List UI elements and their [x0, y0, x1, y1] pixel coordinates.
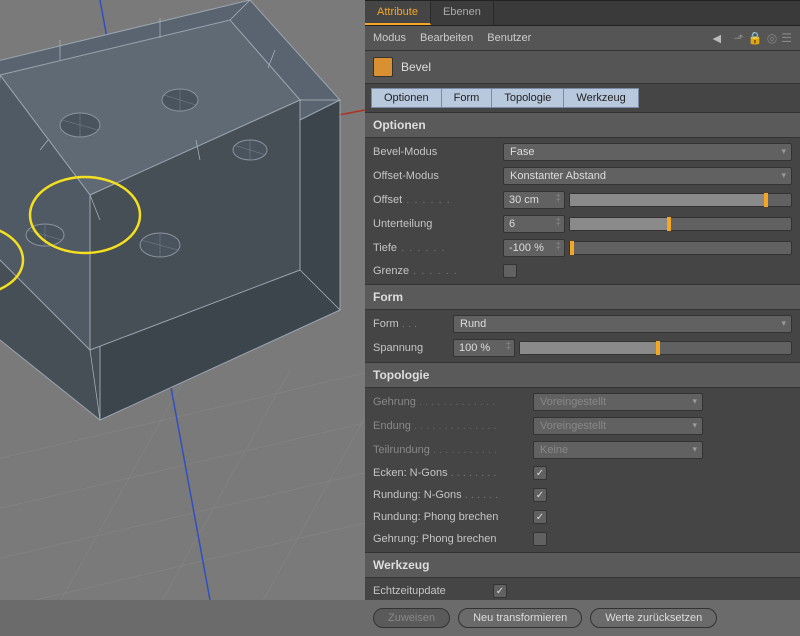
- menu-icon[interactable]: ☰: [781, 31, 792, 45]
- button-zuweisen: Zuweisen: [373, 608, 450, 628]
- slider-unterteilung[interactable]: [569, 217, 792, 231]
- label-tiefe: Tiefe: [373, 242, 503, 254]
- checkbox-grenze[interactable]: [503, 264, 517, 278]
- section-optionen: Optionen: [365, 112, 800, 138]
- label-bevel-modus: Bevel-Modus: [373, 146, 503, 158]
- section-topologie: Topologie: [365, 362, 800, 388]
- dropdown-endung: Voreingestellt: [533, 417, 703, 435]
- attribute-menubar: Modus Bearbeiten Benutzer ◄ ⬏ 🔒 ◎ ☰: [365, 26, 800, 51]
- label-unterteilung: Unterteilung: [373, 218, 503, 230]
- checkbox-rundung-ngons[interactable]: ✓: [533, 488, 547, 502]
- label-offset: Offset: [373, 194, 503, 206]
- tool-name: Bevel: [401, 60, 431, 74]
- dropdown-bevel-modus[interactable]: Fase: [503, 143, 792, 161]
- panel-tabs: Attribute Ebenen: [365, 1, 800, 26]
- label-grenze: Grenze: [373, 265, 503, 277]
- subtab-form[interactable]: Form: [442, 88, 493, 108]
- menu-modus[interactable]: Modus: [373, 32, 406, 44]
- nav-up-icon[interactable]: ⬏: [734, 31, 744, 45]
- slider-offset[interactable]: [569, 193, 792, 207]
- label-gehrung: Gehrung . . . . . . . . . . . . .: [373, 396, 533, 408]
- label-rundung-phong: Rundung: Phong brechen: [373, 511, 533, 523]
- section-werkzeug: Werkzeug: [365, 552, 800, 578]
- menu-bearbeiten[interactable]: Bearbeiten: [420, 32, 473, 44]
- label-offset-modus: Offset-Modus: [373, 170, 503, 182]
- tab-ebenen[interactable]: Ebenen: [431, 1, 494, 25]
- input-tiefe[interactable]: -100 %: [503, 239, 565, 257]
- label-ecken-ngons: Ecken: N-Gons . . . . . . . .: [373, 467, 533, 479]
- checkbox-ecken-ngons[interactable]: ✓: [533, 466, 547, 480]
- nav-arrow-icon[interactable]: ◄: [710, 30, 724, 46]
- checkbox-gehrung-phong[interactable]: [533, 532, 547, 546]
- dropdown-form[interactable]: Rund: [453, 315, 792, 333]
- label-gehrung-phong: Gehrung: Phong brechen: [373, 533, 533, 545]
- dropdown-teilrundung: Keine: [533, 441, 703, 459]
- section-form: Form: [365, 284, 800, 310]
- input-spannung[interactable]: 100 %: [453, 339, 515, 357]
- label-form: Form . . .: [373, 318, 453, 330]
- subtab-werkzeug[interactable]: Werkzeug: [564, 88, 638, 108]
- input-unterteilung[interactable]: 6: [503, 215, 565, 233]
- dropdown-offset-modus[interactable]: Konstanter Abstand: [503, 167, 792, 185]
- attribute-panel: Attribute Ebenen Modus Bearbeiten Benutz…: [365, 0, 800, 600]
- label-endung: Endung . . . . . . . . . . . . . .: [373, 420, 533, 432]
- viewport-3d[interactable]: [0, 0, 365, 600]
- input-offset[interactable]: 30 cm: [503, 191, 565, 209]
- button-werte-zuruecksetzen[interactable]: Werte zurücksetzen: [590, 608, 717, 628]
- checkbox-echtzeitupdate[interactable]: ✓: [493, 584, 507, 598]
- checkbox-rundung-phong[interactable]: ✓: [533, 510, 547, 524]
- label-echtzeitupdate: Echtzeitupdate: [373, 585, 493, 597]
- button-neu-transformieren[interactable]: Neu transformieren: [458, 608, 582, 628]
- label-rundung-ngons: Rundung: N-Gons . . . . . .: [373, 489, 533, 501]
- sub-tab-bar: Optionen Form Topologie Werkzeug: [365, 84, 800, 112]
- menu-benutzer[interactable]: Benutzer: [487, 32, 531, 44]
- subtab-topologie[interactable]: Topologie: [492, 88, 564, 108]
- label-spannung: Spannung: [373, 342, 453, 354]
- bevel-tool-icon: [373, 57, 393, 77]
- slider-spannung[interactable]: [519, 341, 792, 355]
- tool-header: Bevel: [365, 51, 800, 84]
- slider-tiefe[interactable]: [569, 241, 792, 255]
- dropdown-gehrung: Voreingestellt: [533, 393, 703, 411]
- subtab-optionen[interactable]: Optionen: [371, 88, 442, 108]
- label-teilrundung: Teilrundung . . . . . . . . . . .: [373, 444, 533, 456]
- target-icon[interactable]: ◎: [767, 31, 777, 45]
- lock-icon[interactable]: 🔒: [748, 31, 763, 45]
- tab-attribute[interactable]: Attribute: [365, 1, 431, 25]
